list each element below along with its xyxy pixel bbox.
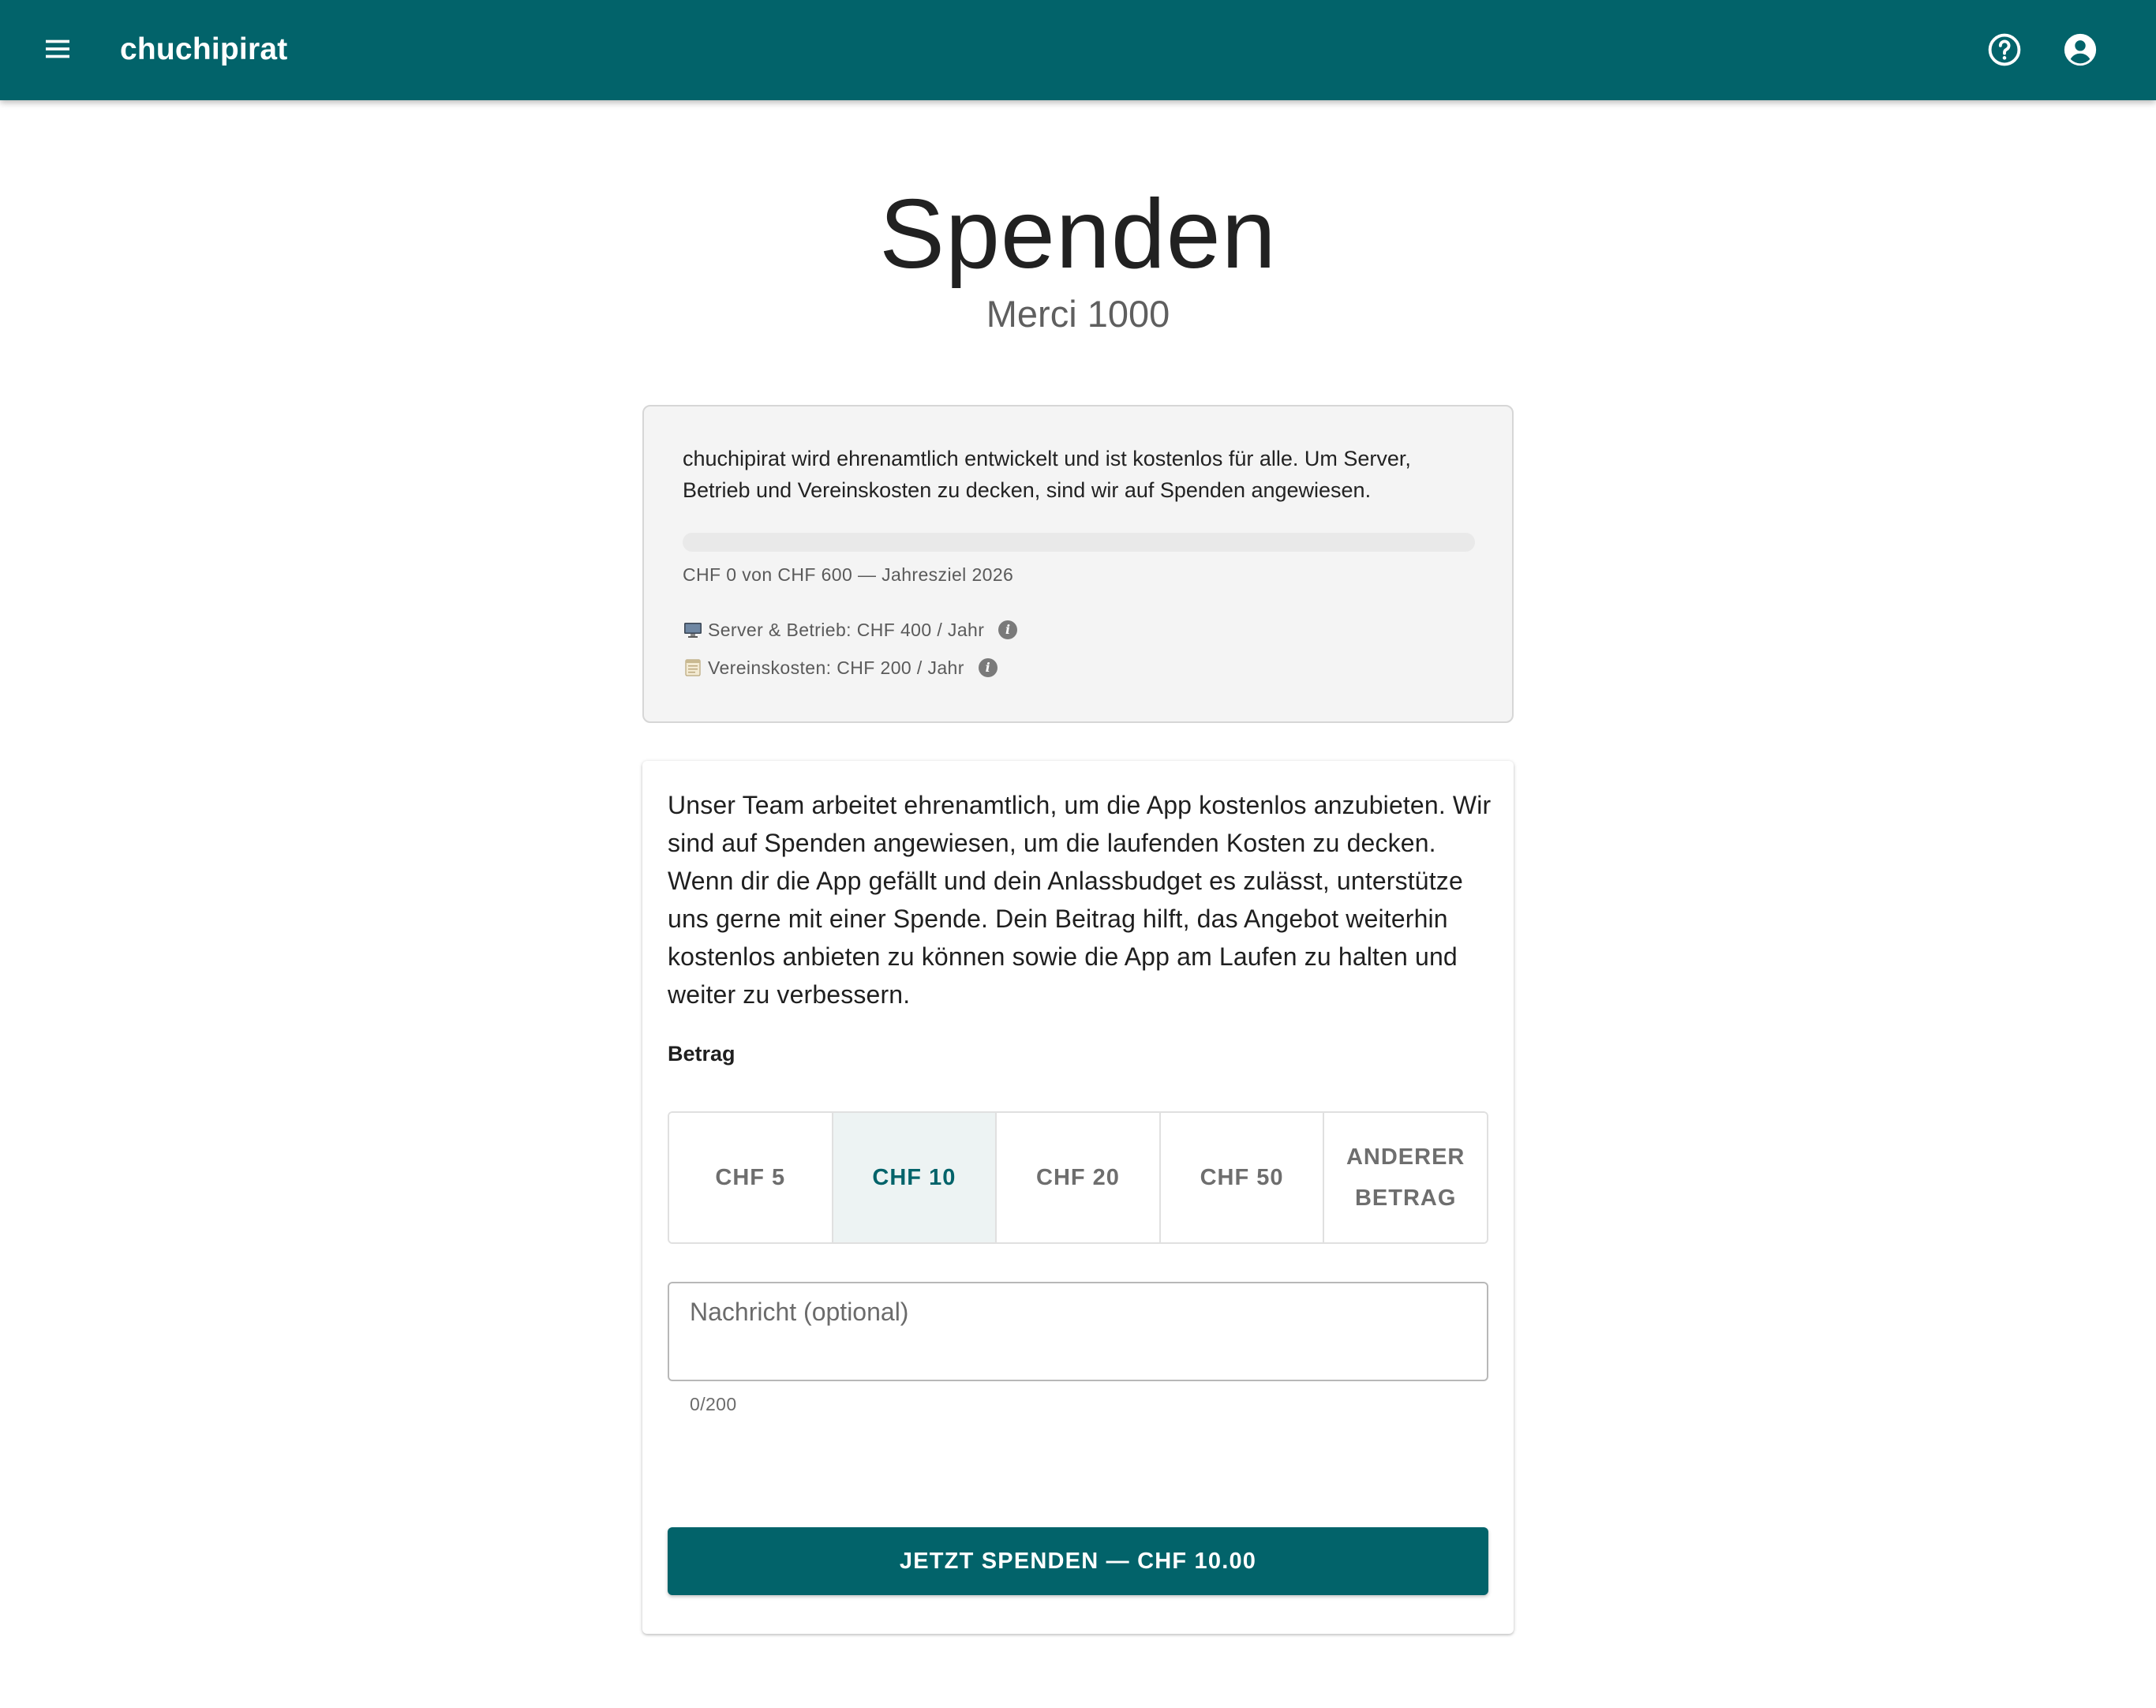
funding-progress-label: CHF 0 von CHF 600 — Jahresziel 2026 (683, 564, 1014, 585)
monitor-icon (683, 620, 703, 640)
cost-item-label: Server & Betrieb: CHF 400 / Jahr (708, 620, 985, 640)
donation-card: Unser Team arbeitet ehrenamtlich, um die… (642, 761, 1514, 1634)
info-icon[interactable]: i (978, 658, 998, 677)
message-field (668, 1282, 1488, 1381)
app-title[interactable]: chuchipirat (120, 31, 287, 69)
cost-item-label: Vereinskosten: CHF 200 / Jahr (708, 657, 964, 678)
amount-option-chf-50[interactable]: CHF 50 (1160, 1113, 1325, 1242)
amount-option-chf-5[interactable]: CHF 5 (669, 1113, 833, 1242)
menu-button[interactable] (33, 24, 82, 73)
amount-option-other[interactable]: ANDERER BETRAG (1324, 1113, 1487, 1242)
donate-now-button[interactable]: JETZT SPENDEN — CHF 10.00 (668, 1527, 1488, 1595)
amount-option-chf-10[interactable]: CHF 10 (833, 1113, 998, 1242)
donation-intro-text: Unser Team arbeitet ehrenamtlich, um die… (668, 791, 1492, 1009)
page-title: Spenden (879, 180, 1277, 289)
message-input[interactable] (690, 1298, 1463, 1370)
amount-label: Betrag (668, 1042, 736, 1066)
amount-option-chf-20[interactable]: CHF 20 (997, 1113, 1161, 1242)
info-icon[interactable]: i (998, 620, 1018, 639)
funding-progress-bar (683, 533, 1475, 552)
account-button[interactable] (2057, 26, 2104, 73)
cost-item-server: Server & Betrieb: CHF 400 / Jahr i (683, 617, 1018, 642)
help-button[interactable] (1981, 26, 2028, 73)
menu-icon (46, 39, 69, 58)
notepad-icon (683, 657, 703, 678)
page-subtitle: Merci 1000 (986, 293, 1170, 335)
funding-info-text: chuchipirat wird ehrenamtlich entwickelt… (683, 447, 1411, 502)
amount-toggle-group: CHF 5 CHF 10 CHF 20 CHF 50 ANDERER BETRA… (668, 1111, 1488, 1244)
funding-info-card: chuchipirat wird ehrenamtlich entwickelt… (642, 405, 1514, 723)
cost-item-association: Vereinskosten: CHF 200 / Jahr i (683, 655, 998, 680)
app-bar: chuchipirat (0, 0, 2156, 100)
message-character-counter: 0/200 (690, 1394, 737, 1414)
account-circle-icon (2064, 33, 2097, 66)
help-circle-icon (1988, 33, 2021, 66)
